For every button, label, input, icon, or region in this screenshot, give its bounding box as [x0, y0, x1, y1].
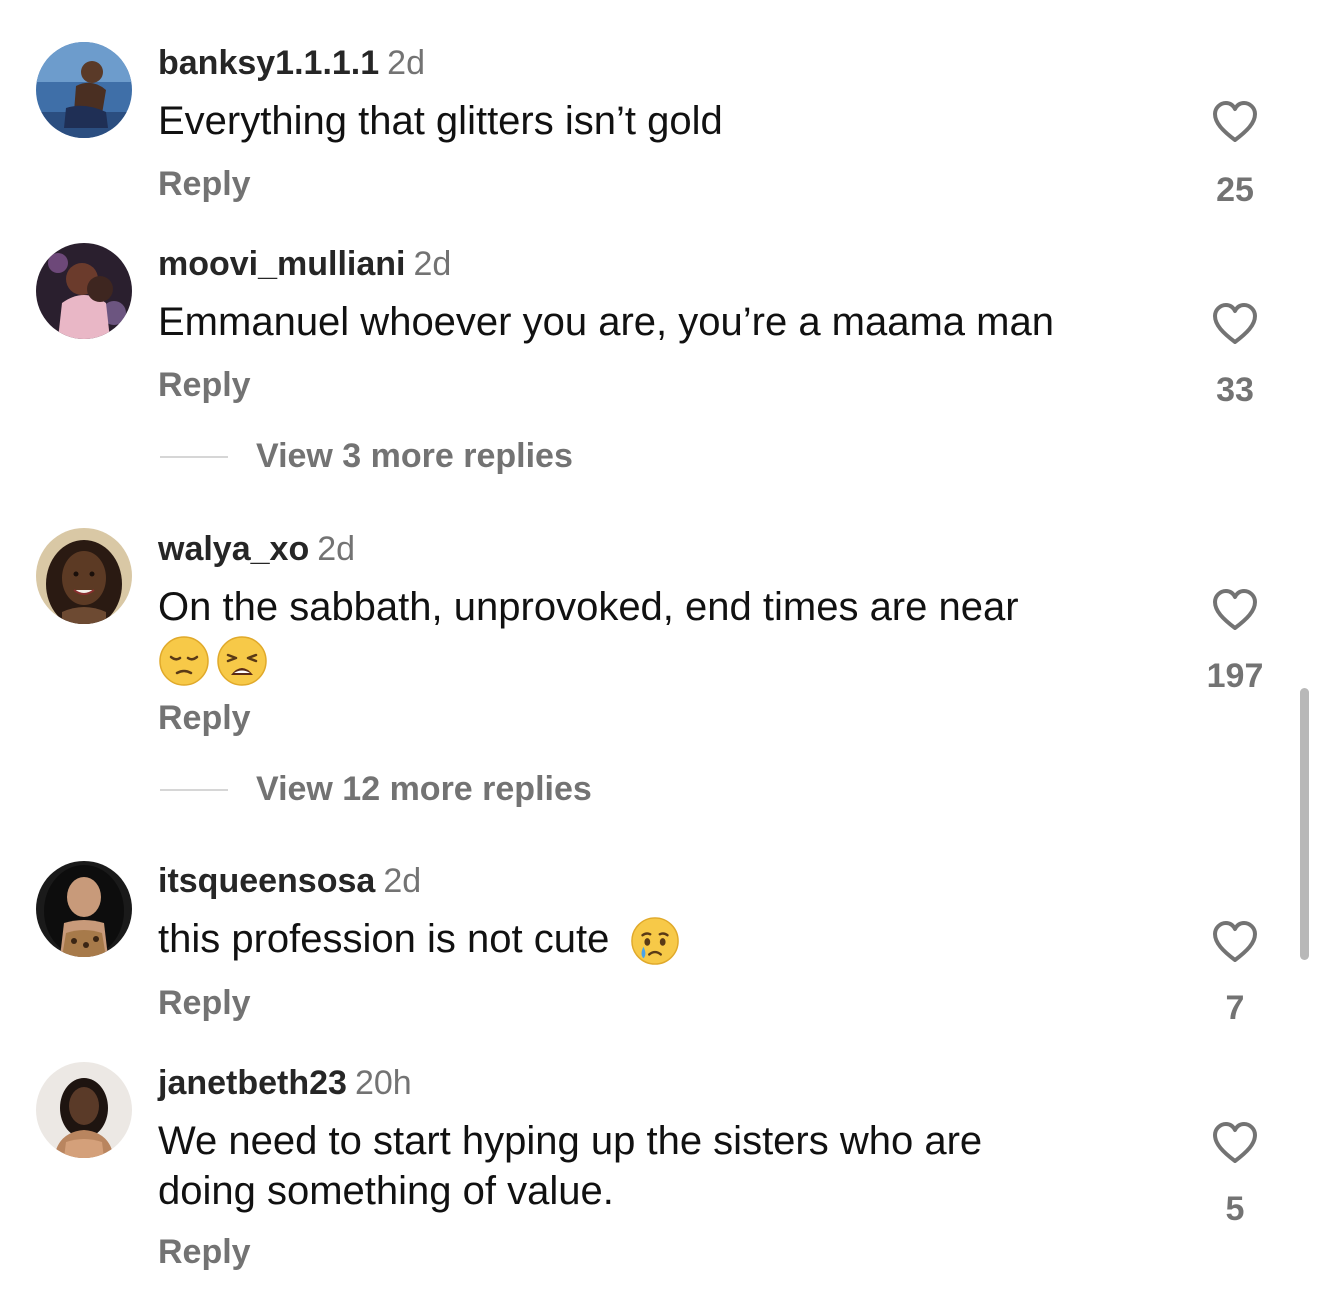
reply-button[interactable]: Reply	[158, 698, 251, 738]
comment-username[interactable]: janetbeth23	[158, 1064, 347, 1102]
like-control: 33	[1185, 302, 1285, 409]
comment-text: this profession is not cute	[158, 914, 1158, 966]
avatar[interactable]	[36, 528, 132, 624]
comment-timestamp: 2d	[383, 862, 422, 900]
heart-outline-icon[interactable]	[1211, 920, 1259, 964]
like-count: 33	[1216, 371, 1254, 409]
comment-timestamp: 2d	[317, 530, 356, 568]
comment-timestamp: 2d	[413, 245, 452, 283]
heart-outline-icon[interactable]	[1211, 1121, 1259, 1165]
comment-timestamp: 20h	[354, 1064, 412, 1102]
comment-text: Emmanuel whoever you are, you’re a maama…	[158, 297, 1158, 347]
comment-text-content: Emmanuel whoever you are, you’re a maama…	[158, 300, 1054, 344]
avatar[interactable]	[36, 861, 132, 957]
avatar[interactable]	[36, 243, 132, 339]
weary-face-emoji	[217, 636, 267, 687]
comment-username[interactable]: moovi_mulliani	[158, 245, 406, 283]
comment-username[interactable]: itsqueensosa	[158, 862, 375, 900]
like-count: 197	[1206, 657, 1264, 695]
comment-text-content: this profession is not cute	[158, 917, 610, 961]
pensive-face-emoji	[159, 636, 209, 687]
reply-button[interactable]: Reply	[158, 983, 251, 1023]
comment-timestamp: 2d	[387, 44, 425, 82]
reply-thread-line	[160, 789, 228, 791]
crying-face-emoji	[631, 917, 680, 966]
like-control: 7	[1185, 920, 1285, 1027]
comment-username[interactable]: walya_xo	[158, 530, 309, 568]
view-more-replies-label[interactable]: View 3 more replies	[256, 436, 573, 476]
like-control: 25	[1185, 100, 1285, 209]
reply-button[interactable]: Reply	[158, 164, 251, 204]
heart-outline-icon[interactable]	[1211, 588, 1259, 632]
comment-text-content: Everything that glitters isn’t gold	[158, 99, 723, 143]
avatar[interactable]	[36, 1062, 132, 1158]
scrollbar[interactable]	[1300, 688, 1309, 960]
like-count: 7	[1225, 989, 1245, 1027]
comment-text: We need to start hyping up the sisters w…	[158, 1116, 1088, 1216]
reply-thread-line	[160, 456, 228, 458]
reply-button[interactable]: Reply	[158, 365, 251, 405]
comment-text-content: We need to start hyping up the sisters w…	[158, 1119, 983, 1213]
heart-outline-icon[interactable]	[1211, 302, 1259, 346]
avatar[interactable]	[36, 42, 132, 138]
like-control: 197	[1185, 588, 1285, 695]
comment-text-content: On the sabbath, unprovoked, end times ar…	[158, 585, 1019, 629]
comment-text: Everything that glitters isn’t gold	[158, 96, 1158, 146]
comment-username[interactable]: banksy1.1.1.1	[158, 44, 379, 82]
view-more-replies-label[interactable]: View 12 more replies	[256, 769, 592, 809]
emoji-row	[158, 634, 1158, 688]
comment-text: On the sabbath, unprovoked, end times ar…	[158, 582, 1158, 688]
like-count: 5	[1225, 1190, 1245, 1228]
like-control: 5	[1185, 1121, 1285, 1228]
heart-outline-icon[interactable]	[1211, 100, 1259, 144]
like-count: 25	[1216, 171, 1254, 209]
reply-button[interactable]: Reply	[158, 1232, 251, 1272]
